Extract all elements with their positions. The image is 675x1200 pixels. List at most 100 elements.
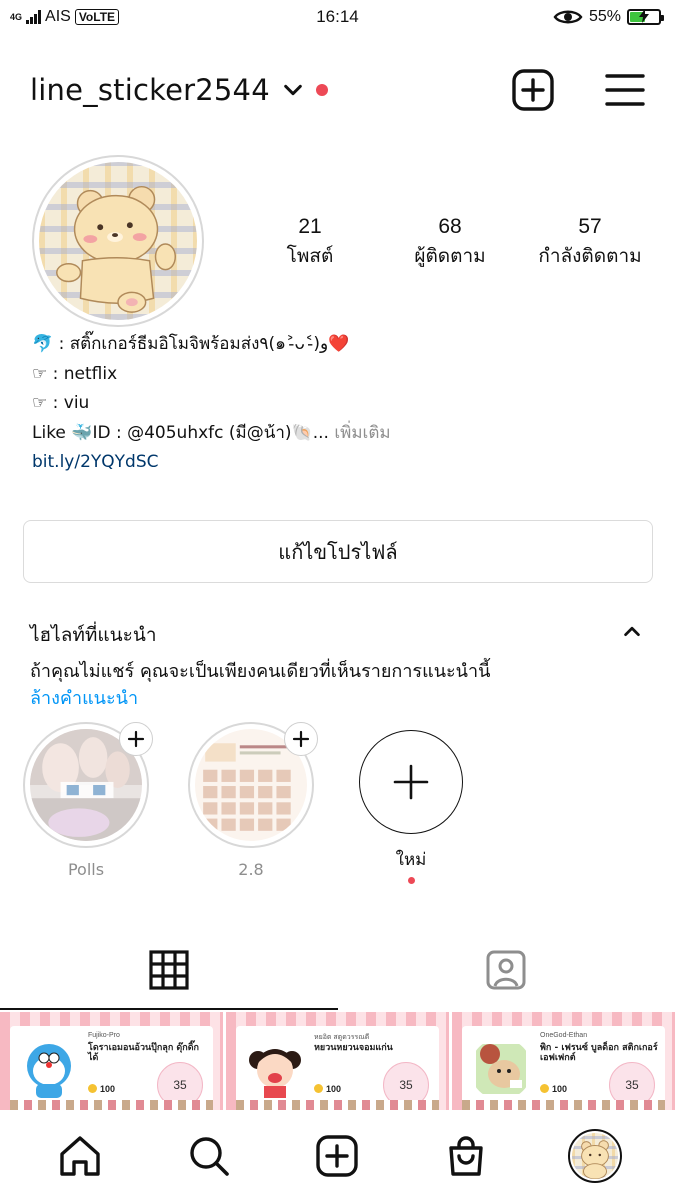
doraemon-art — [27, 1044, 71, 1098]
following-count: 57 — [578, 215, 602, 238]
home-icon — [60, 1136, 100, 1176]
tab-grid[interactable] — [0, 930, 338, 1010]
new-highlight-button[interactable] — [359, 730, 463, 834]
chevron-down-icon[interactable] — [282, 79, 304, 101]
new-highlight-label: ใหม่ — [395, 850, 427, 870]
stat-followers[interactable]: 68 ผู้ติดตาม — [385, 215, 515, 271]
post-thumbnail[interactable]: หยอิต สตูดวรรณดี หยวนหยวนจอมแก่น 100 35 — [226, 1012, 449, 1110]
post-price-value: 100 — [100, 1084, 116, 1094]
highlight-ring — [23, 722, 153, 848]
posts-count: 21 — [298, 215, 322, 238]
new-indicator-dot — [407, 877, 415, 884]
post-sticker-name: พิก - เฟรนซ์ บูลด็อก สติกเกอร์เอฟเฟกต์ — [540, 1043, 658, 1063]
bottom-nav — [0, 1112, 675, 1200]
carrier-label: AIS — [45, 8, 71, 25]
bear-mini-illustration — [580, 1140, 609, 1179]
post-price: 100 — [540, 1084, 567, 1094]
profile-stats: 21 โพสต์ 68 ผู้ติดตาม 57 กำลังติดตาม — [245, 215, 655, 271]
profile-header: line_sticker2544 — [30, 62, 645, 118]
post-price: 100 — [88, 1084, 115, 1094]
bio-line-4: Like 🐳ID : @405uhxfc (มี@น้า)🐚... เพิ่มเ… — [32, 419, 652, 449]
nav-home[interactable] — [45, 1121, 115, 1191]
nav-shop[interactable] — [431, 1121, 501, 1191]
highlight-polls[interactable]: Polls — [21, 722, 153, 879]
post-sticker-name: หยวนหยวนจอมแก่น — [314, 1043, 393, 1053]
highlight-ring — [188, 722, 318, 848]
bulldog-art — [476, 1044, 526, 1094]
bio-line-2: ☞ : netflix — [32, 363, 118, 384]
highlight-label: 2.8 — [238, 860, 264, 879]
nav-search[interactable] — [174, 1121, 244, 1191]
highlight-label: Polls — [67, 860, 105, 879]
avatar-image — [571, 1133, 618, 1179]
post-price-value: 100 — [326, 1084, 342, 1094]
followers-label: ผู้ติดตาม — [414, 245, 486, 267]
profile-avatar[interactable] — [32, 155, 204, 327]
bio-more-link[interactable]: เพิ่มเติม — [329, 423, 390, 443]
bio-line-3: ☞ : viu — [32, 393, 90, 413]
shop-icon — [449, 1136, 483, 1176]
coin-icon — [88, 1084, 97, 1093]
eye-icon — [553, 10, 583, 24]
post-card: หยอิต สตูดวรรณดี หยวนหยวนจอมแก่น 100 35 — [236, 1026, 439, 1110]
add-to-highlight-button[interactable] — [284, 722, 318, 756]
chevron-up-icon[interactable] — [621, 620, 643, 642]
post-author: Fujiko-Pro — [88, 1032, 120, 1039]
post-thumbnail[interactable]: OneGod-Ethan พิก - เฟรนซ์ บูลด็อก สติกเก… — [452, 1012, 675, 1110]
post-author: OneGod-Ethan — [540, 1032, 588, 1039]
stat-following[interactable]: 57 กำลังติดตาม — [525, 215, 655, 271]
girl-sticker-art — [249, 1049, 301, 1098]
network-type: 4G — [10, 13, 22, 22]
charging-bolt-icon — [639, 9, 649, 23]
nav-profile[interactable] — [560, 1121, 630, 1191]
post-price-value: 100 — [552, 1084, 568, 1094]
bear-avatar-image — [39, 162, 197, 320]
coin-icon — [314, 1084, 323, 1093]
profile-bio: 🐬 : สติ๊กเกอร์ธีมอิโมจิพร้อมส่ง٩(๑˃̵ᴗ˂̵)… — [32, 330, 652, 478]
status-bar: 4G AIS VoLTE 16:14 55% — [0, 0, 675, 34]
bio-line-4-text: Like 🐳ID : @405uhxfc (มี@น้า)🐚... — [32, 422, 329, 443]
profile-avatar-small — [567, 1129, 622, 1183]
bear-illustration — [56, 185, 177, 313]
post-card: OneGod-Ethan พิก - เฟรนซ์ บูลด็อก สติกเก… — [462, 1026, 665, 1110]
tagged-icon — [486, 950, 526, 990]
post-price: 100 — [314, 1084, 341, 1094]
nav-create[interactable] — [302, 1121, 372, 1191]
clear-suggestions-link[interactable]: ล้างคำแนะนำ — [30, 683, 138, 712]
header-actions — [511, 68, 645, 112]
sticker-strip — [462, 1100, 665, 1110]
post-card: Fujiko-Pro โดราเอมอนอ้วนปุ๊กลุก ดุ๊กดิ๊ก… — [10, 1026, 213, 1110]
sticker-strip — [10, 1100, 213, 1110]
add-to-highlight-button[interactable] — [119, 722, 153, 756]
battery-icon — [627, 9, 664, 25]
stat-posts[interactable]: 21 โพสต์ — [245, 215, 375, 271]
post-thumbnail[interactable]: Fujiko-Pro โดราเอมอนอ้วนปุ๊กลุก ดุ๊กดิ๊ก… — [0, 1012, 223, 1110]
plus-icon — [127, 730, 145, 748]
highlight-2-8[interactable]: 2.8 — [186, 722, 318, 879]
plus-icon — [393, 764, 429, 800]
new-post-icon[interactable] — [511, 68, 555, 112]
sticker-strip — [236, 1100, 439, 1110]
search-icon — [190, 1137, 229, 1176]
post-grid: Fujiko-Pro โดราเอมอนอ้วนปุ๊กลุก ดุ๊กดิ๊ก… — [0, 1012, 675, 1110]
profile-tabs — [0, 930, 675, 1010]
bio-line-1: 🐬 : สติ๊กเกอร์ธีมอิโมจิพร้อมส่ง٩(๑˃̵ᴗ˂̵)… — [32, 334, 350, 354]
notification-dot — [315, 84, 328, 96]
edit-profile-button[interactable]: แก้ไขโปรไฟล์ — [23, 520, 653, 583]
grid-icon — [149, 950, 189, 990]
create-icon — [316, 1135, 359, 1177]
volte-badge: VoLTE — [74, 9, 120, 25]
posts-label: โพสต์ — [286, 245, 334, 267]
username[interactable]: line_sticker2544 — [30, 73, 270, 107]
status-right: 55% — [553, 8, 664, 26]
highlight-new[interactable]: ใหม่ — [346, 722, 476, 884]
battery-percent: 55% — [588, 8, 621, 25]
plus-icon — [292, 730, 310, 748]
tab-tagged[interactable] — [338, 930, 675, 1010]
menu-icon[interactable] — [605, 73, 645, 107]
following-label: กำลังติดตาม — [538, 245, 642, 267]
coin-icon — [540, 1084, 549, 1093]
post-author: หยอิต สตูดวรรณดี — [314, 1034, 370, 1041]
post-sticker-name: โดราเอมอนอ้วนปุ๊กลุก ดุ๊กดิ๊กได้ — [88, 1043, 199, 1063]
bio-website-link[interactable]: bit.ly/2YQYdSC — [32, 448, 652, 478]
